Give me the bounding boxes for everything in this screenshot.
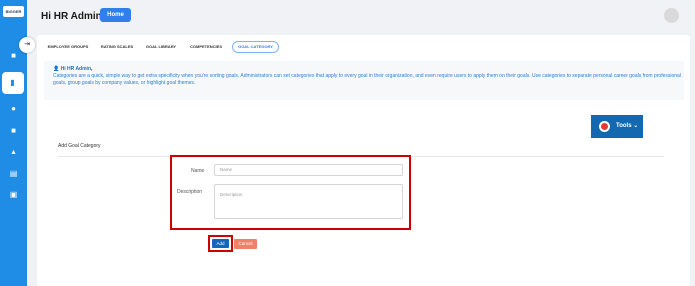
people-icon[interactable]: ● [9, 104, 18, 113]
app-frame: BIGGER ■ ▮ ● ■ ▴ ▤ ▣ ⇥ Hi HR Admin Home … [0, 0, 695, 286]
name-input[interactable]: Name [214, 164, 403, 176]
home-button[interactable]: Home [100, 8, 131, 22]
goals-icon: ▮ [10, 78, 15, 87]
description-input[interactable]: Description [214, 184, 403, 219]
top-header: Hi HR Admin Home [27, 0, 695, 34]
tab-rating-scales[interactable]: RATING SCALES [97, 41, 137, 53]
name-label: Name [191, 168, 205, 174]
tools-label-text: Tools [616, 123, 632, 129]
documents-icon[interactable]: ▤ [9, 169, 18, 178]
tab-competencies[interactable]: COMPETENCIES [185, 41, 227, 53]
page-greeting: Hi HR Admin [41, 11, 102, 22]
company-logo: BIGGER [3, 6, 24, 17]
tools-button[interactable]: Tools ⌄ [591, 115, 643, 138]
analytics-icon[interactable]: ▴ [9, 147, 18, 156]
tools-label: Tools ⌄ [616, 122, 638, 129]
category-form: Name Name Description Description [170, 155, 411, 230]
sidebar-toggle-icon[interactable]: ⇥ [19, 37, 35, 53]
user-icon: 👤 [53, 66, 60, 72]
tab-goal-library[interactable]: GOAL LIBRARY [142, 41, 180, 53]
chevron-down-icon: ⌄ [633, 123, 639, 129]
content-card: EMPLOYEE GROUPS RATING SCALES GOAL LIBRA… [37, 35, 690, 286]
info-banner: 👤 Hi HR Admin, Categories are a quick, s… [44, 61, 684, 100]
reports-icon[interactable]: ■ [9, 126, 18, 135]
sidebar-item-goals[interactable]: ▮ [2, 72, 24, 94]
info-description: Categories are a quick, simple way to ge… [53, 73, 681, 86]
add-button[interactable]: Add [212, 239, 229, 248]
cancel-button[interactable]: Cancel [234, 239, 257, 249]
tab-goal-category[interactable]: GOAL CATEGORY [232, 41, 279, 53]
info-person: Hi HR Admin [60, 66, 91, 72]
calendar-icon[interactable]: ▣ [9, 190, 18, 199]
tab-employee-groups[interactable]: EMPLOYEE GROUPS [44, 41, 92, 53]
section-title: Add Goal Category [58, 143, 101, 149]
home-icon[interactable]: ■ [9, 51, 18, 60]
info-title: 👤 Hi HR Admin, [53, 66, 92, 72]
avatar[interactable] [664, 8, 679, 23]
target-icon [599, 121, 610, 132]
description-label: Description [177, 189, 203, 195]
info-suffix: , [91, 66, 93, 72]
add-button-highlight: Add [208, 235, 233, 252]
